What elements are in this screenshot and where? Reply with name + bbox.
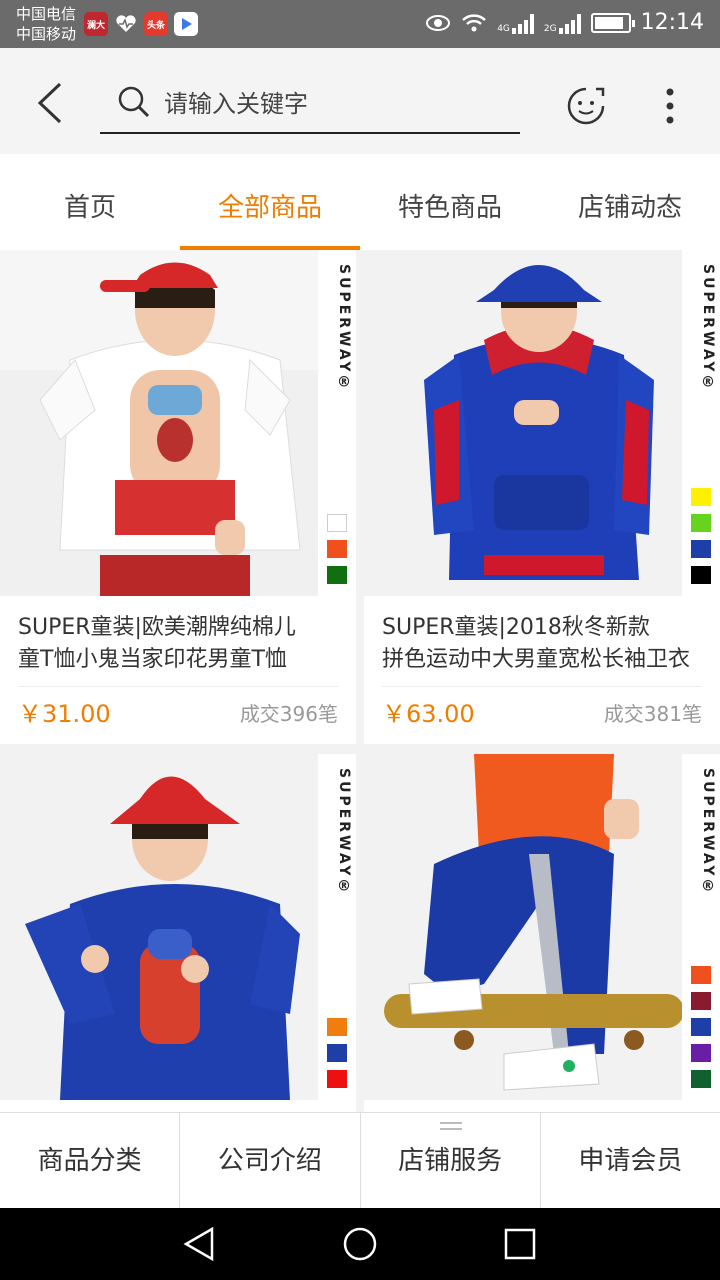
menu-apply-membership[interactable]: 申请会员 xyxy=(541,1113,720,1208)
notification-icons: 澜大 头条 xyxy=(84,12,198,36)
health-app-icon xyxy=(114,12,138,36)
clock: 12:14 xyxy=(640,10,704,35)
color-swatches xyxy=(327,1018,347,1088)
product-title[interactable]: SUPER童装|欧美潮牌纯棉儿 童T恤小鬼当家印花男童T恤 xyxy=(18,612,348,676)
wifi-icon xyxy=(462,13,487,31)
more-vertical-icon xyxy=(666,88,674,124)
brand-strip: SUPERWAY® xyxy=(318,250,356,596)
tab-shop-news[interactable]: 店铺动态 xyxy=(540,154,720,250)
search-bar[interactable] xyxy=(100,78,520,134)
color-swatch xyxy=(327,1044,347,1062)
battery-icon xyxy=(590,12,635,33)
product-title-line1: SUPER童装|2018秋冬新款 xyxy=(382,615,650,640)
product-image: SUPERWAY® xyxy=(364,754,720,1100)
nav-back-button[interactable] xyxy=(182,1226,218,1262)
color-swatch xyxy=(691,514,711,532)
submenu-indicator-icon xyxy=(440,1122,462,1134)
brand-strip: SUPERWAY® xyxy=(682,754,720,1100)
nav-recents-button[interactable] xyxy=(502,1226,538,1262)
product-image: SUPERWAY® xyxy=(0,754,356,1100)
carrier-2: 中国移动 xyxy=(16,25,77,43)
sales-count: 成交381笔 xyxy=(603,702,702,726)
color-swatches xyxy=(691,966,711,1088)
shop-tabs: 首页 全部商品 特色商品 店铺动态 xyxy=(0,154,720,250)
color-swatch xyxy=(327,540,347,558)
customer-service-button[interactable] xyxy=(566,86,606,126)
color-swatch xyxy=(691,1070,711,1088)
product-title-line2: 童T恤小鬼当家印花男童T恤 xyxy=(18,647,287,672)
color-swatches xyxy=(327,514,347,584)
color-swatch xyxy=(327,1070,347,1088)
tab-home[interactable]: 首页 xyxy=(0,154,180,250)
product-price: ￥63.00 xyxy=(382,700,475,728)
color-swatches xyxy=(691,488,711,584)
product-price: ￥31.00 xyxy=(18,700,111,728)
product-card[interactable]: SUPERWAY® SUPER童装|欧美潮牌纯棉儿 童T恤小鬼当家印花男童T恤 … xyxy=(0,250,356,744)
news-app-icon: 澜大 xyxy=(84,12,108,36)
color-swatch xyxy=(691,488,711,506)
status-right: 4G 2G 12:14 xyxy=(425,10,704,35)
product-title[interactable]: SUPER童装|2018秋冬新款 拼色运动中大男童宽松长袖卫衣 xyxy=(382,612,712,676)
menu-product-categories[interactable]: 商品分类 xyxy=(0,1113,181,1208)
square-recents-icon xyxy=(504,1228,536,1260)
color-swatch xyxy=(327,566,347,584)
color-swatch xyxy=(691,566,711,584)
back-button[interactable] xyxy=(28,78,72,128)
brand-logo: SUPERWAY® xyxy=(336,768,352,898)
product-image: SUPERWAY® xyxy=(364,250,720,596)
signal-4g-icon: 4G xyxy=(497,12,534,34)
toutiao-app-icon: 头条 xyxy=(144,12,168,36)
brand-strip: SUPERWAY® xyxy=(682,250,720,596)
color-swatch xyxy=(691,1044,711,1062)
top-header xyxy=(0,48,720,154)
brand-strip: SUPERWAY® xyxy=(318,754,356,1100)
product-card[interactable]: SUPERWAY® xyxy=(364,754,720,1112)
product-card[interactable]: SUPERWAY® SUPER童装|2018秋冬新款 拼色运动中大男童宽松长袖卫… xyxy=(364,250,720,744)
video-app-icon xyxy=(174,12,198,36)
brand-logo: SUPERWAY® xyxy=(336,264,352,394)
more-options-button[interactable] xyxy=(660,86,680,126)
color-swatch xyxy=(327,1018,347,1036)
carrier-labels: 中国电信 中国移动 xyxy=(16,4,76,44)
product-image: SUPERWAY® xyxy=(0,250,356,596)
color-swatch xyxy=(691,1018,711,1036)
search-icon xyxy=(118,86,150,118)
system-nav-bar xyxy=(0,1208,720,1280)
color-swatch xyxy=(691,540,711,558)
nav-home-button[interactable] xyxy=(342,1226,378,1262)
brand-logo: SUPERWAY® xyxy=(700,264,716,394)
product-grid: SUPERWAY® SUPER童装|欧美潮牌纯棉儿 童T恤小鬼当家印花男童T恤 … xyxy=(0,250,720,1112)
chevron-left-icon xyxy=(37,82,62,124)
search-input[interactable] xyxy=(164,88,504,120)
signal-2g-icon: 2G xyxy=(544,12,581,34)
carrier-1: 中国电信 xyxy=(16,5,77,23)
chat-face-icon xyxy=(567,87,605,125)
divider xyxy=(18,686,338,687)
product-card[interactable]: SUPERWAY® xyxy=(0,754,356,1112)
menu-company-intro[interactable]: 公司介绍 xyxy=(180,1113,361,1208)
triangle-back-icon xyxy=(183,1226,214,1262)
color-swatch xyxy=(691,992,711,1010)
color-swatch xyxy=(691,966,711,984)
divider xyxy=(382,686,702,687)
product-title-line1: SUPER童装|欧美潮牌纯棉儿 xyxy=(18,615,296,640)
tab-featured-products[interactable]: 特色商品 xyxy=(360,154,540,250)
bottom-menu: 商品分类 公司介绍 店铺服务 申请会员 xyxy=(0,1112,720,1208)
tab-all-products[interactable]: 全部商品 xyxy=(180,154,360,250)
product-title-line2: 拼色运动中大男童宽松长袖卫衣 xyxy=(382,647,691,672)
status-bar: 中国电信 中国移动 澜大 头条 4G 2G 12:14 xyxy=(0,0,720,48)
eye-comfort-icon xyxy=(426,14,451,31)
color-swatch xyxy=(327,514,347,532)
circle-home-icon xyxy=(343,1227,377,1261)
sales-count: 成交396笔 xyxy=(239,702,338,726)
brand-logo: SUPERWAY® xyxy=(700,768,716,898)
